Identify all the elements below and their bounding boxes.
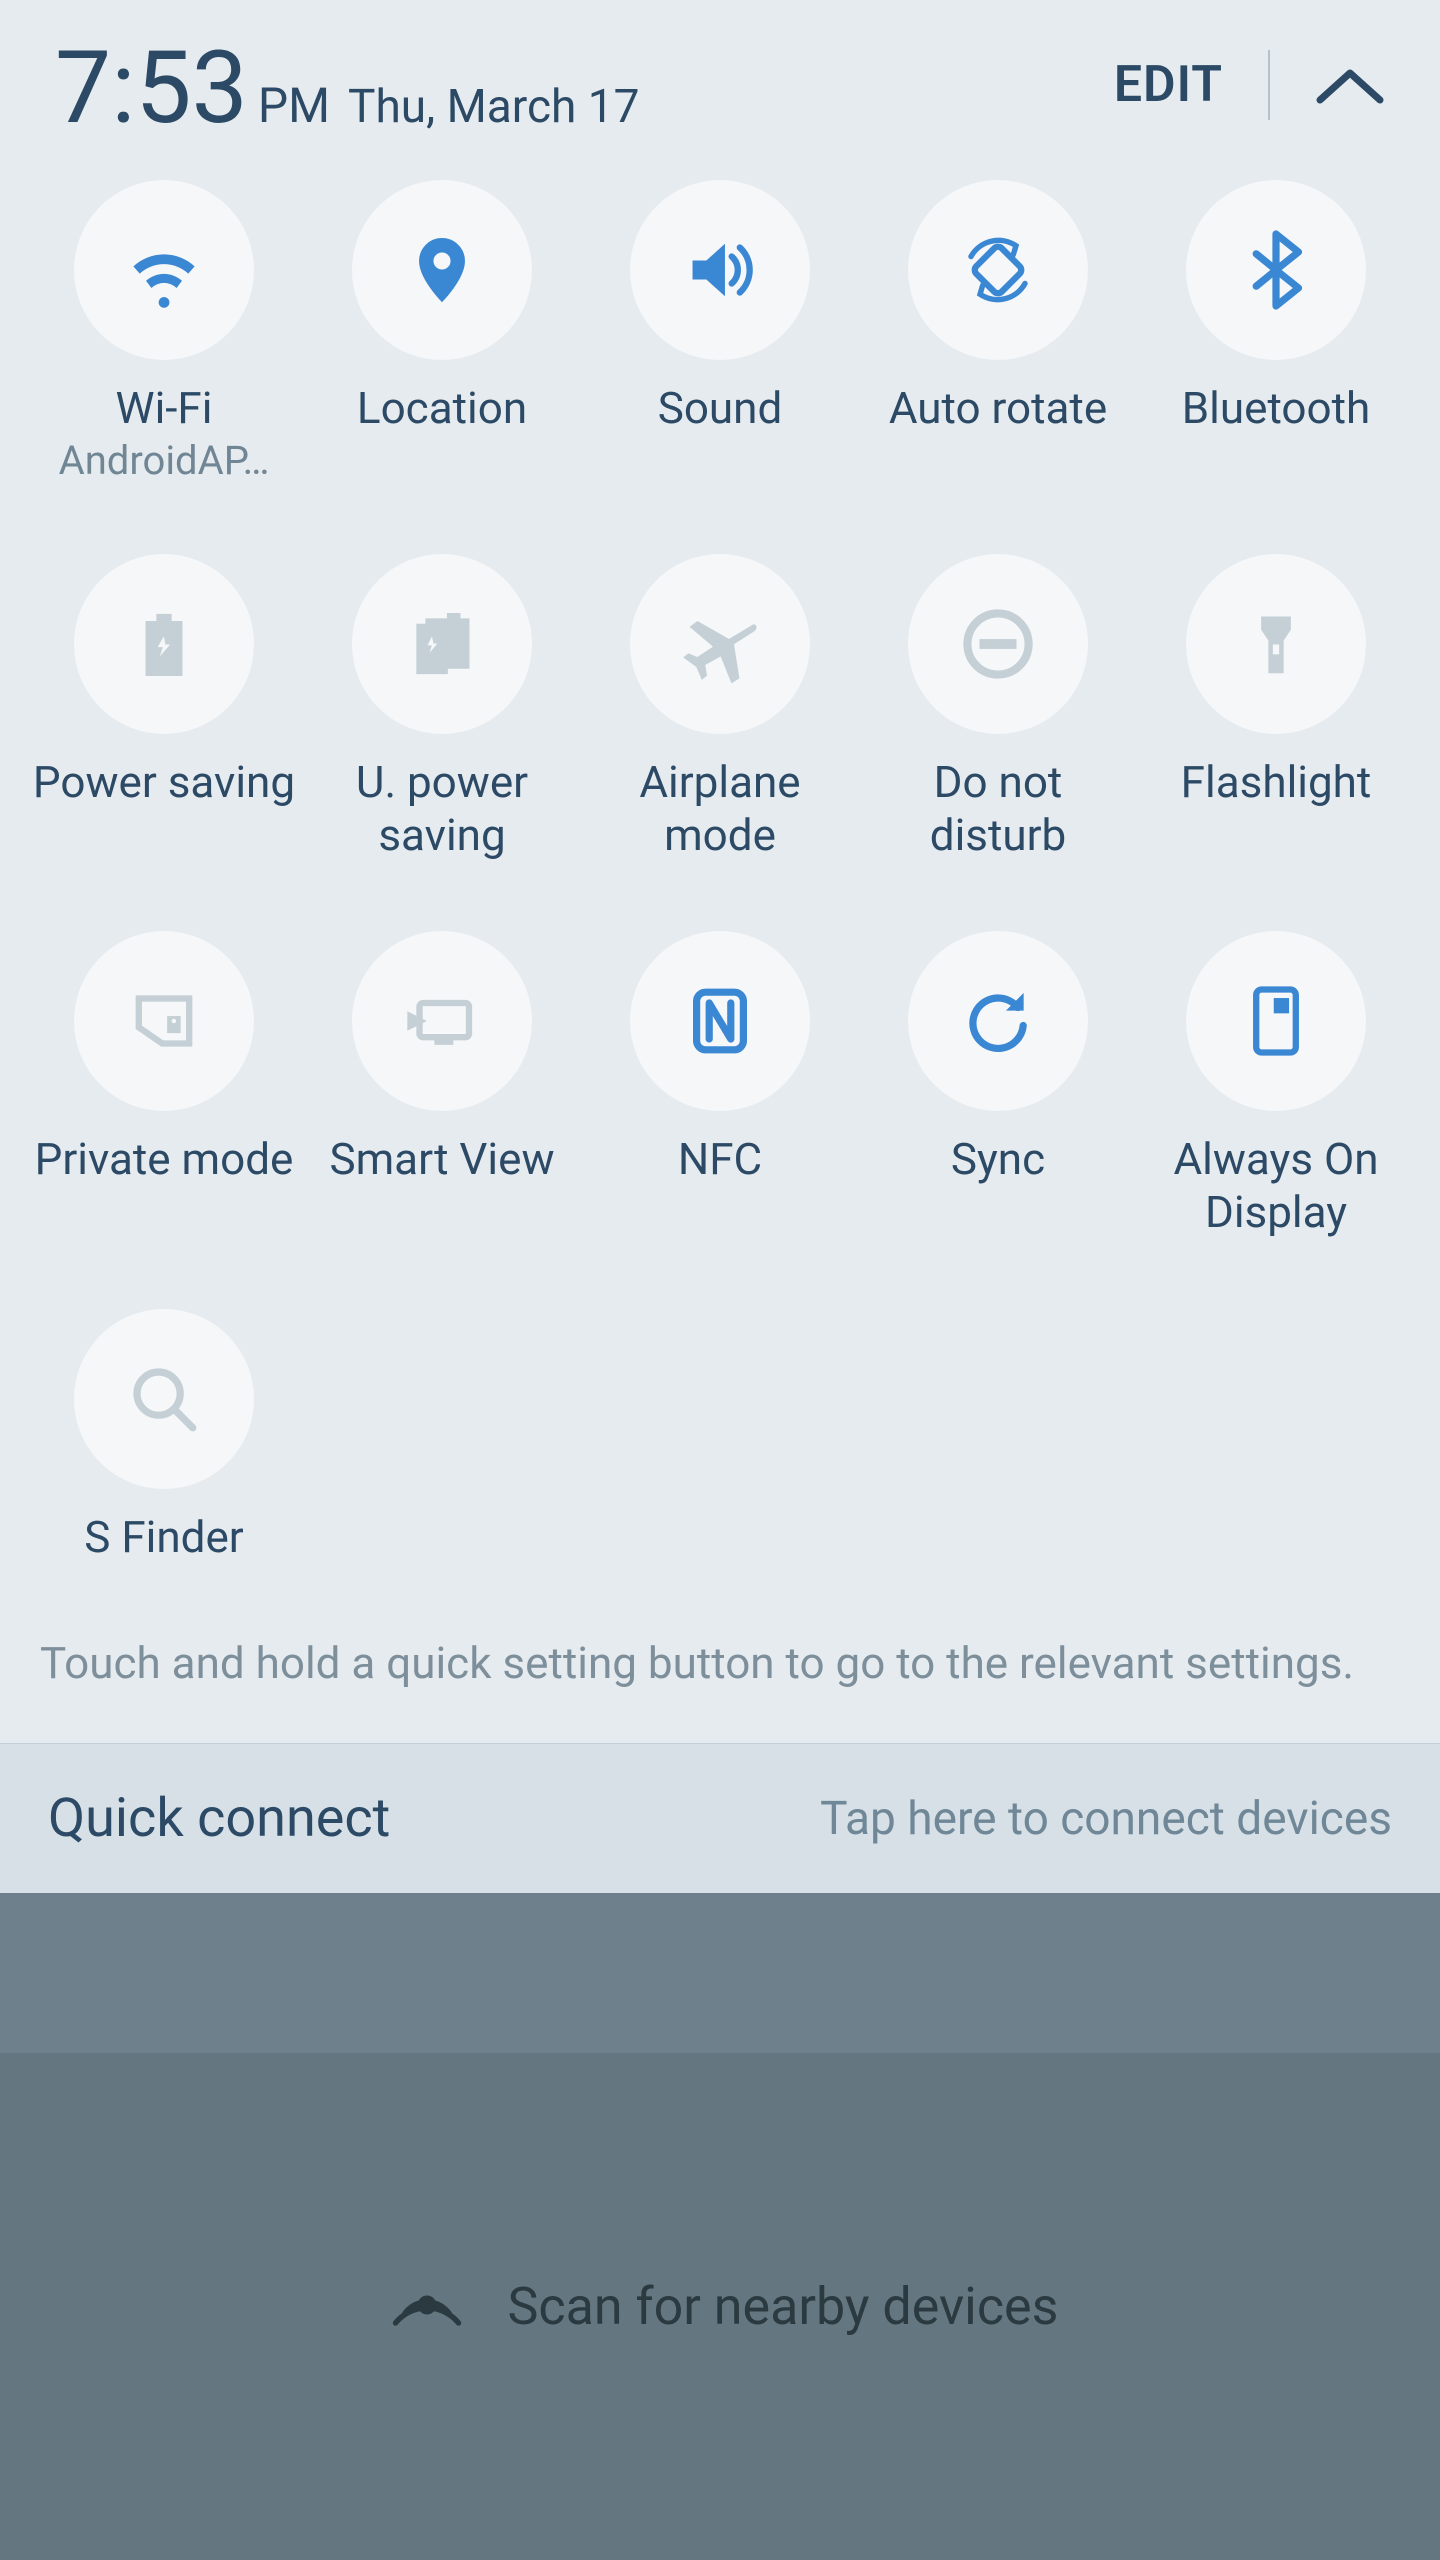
- tile-label: Sync: [947, 1133, 1049, 1186]
- quick-settings-grid: Wi-Fi AndroidAP… Location Sound Auto rot…: [0, 160, 1440, 1564]
- tile-u-power-saving[interactable]: U. power saving: [303, 554, 581, 862]
- tile-sync[interactable]: Sync: [859, 931, 1137, 1239]
- battery-ultra-icon: [352, 554, 532, 734]
- nfc-icon: [630, 931, 810, 1111]
- location-pin-icon: [352, 180, 532, 360]
- tile-sound[interactable]: Sound: [581, 180, 859, 484]
- edit-button[interactable]: EDIT: [1114, 56, 1223, 114]
- header-divider: [1268, 50, 1270, 120]
- tile-nfc[interactable]: NFC: [581, 931, 859, 1239]
- tile-label: S Finder: [80, 1511, 247, 1564]
- tile-do-not-disturb[interactable]: Do not disturb: [859, 554, 1137, 862]
- scan-nearby-row[interactable]: Scan for nearby devices: [0, 2053, 1440, 2560]
- tile-auto-rotate[interactable]: Auto rotate: [859, 180, 1137, 484]
- search-icon: [74, 1309, 254, 1489]
- tile-smart-view[interactable]: Smart View: [303, 931, 581, 1239]
- collapse-icon[interactable]: [1315, 65, 1385, 105]
- quick-connect-hint: Tap here to connect devices: [820, 1792, 1392, 1846]
- private-mode-icon: [74, 931, 254, 1111]
- tile-label: U. power saving: [303, 756, 581, 862]
- tile-label: Do not disturb: [859, 756, 1137, 862]
- clock-time: 7:53: [55, 30, 248, 147]
- quick-settings-panel: 7:53 PM Thu, March 17 EDIT Wi-Fi Android…: [0, 0, 1440, 2560]
- hint-text: Touch and hold a quick setting button to…: [0, 1564, 1440, 1743]
- radar-icon: [382, 2260, 472, 2354]
- bluetooth-icon: [1186, 180, 1366, 360]
- tile-wifi[interactable]: Wi-Fi AndroidAP…: [25, 180, 303, 484]
- tile-label: Location: [353, 382, 531, 435]
- tile-location[interactable]: Location: [303, 180, 581, 484]
- shade-spacer: [0, 1893, 1440, 2053]
- tile-always-on-display[interactable]: Always On Display: [1137, 931, 1415, 1239]
- speaker-icon: [630, 180, 810, 360]
- sync-icon: [908, 931, 1088, 1111]
- tile-label: Flashlight: [1177, 756, 1376, 809]
- smart-view-icon: [352, 931, 532, 1111]
- tile-label: Power saving: [29, 756, 299, 809]
- tile-airplane-mode[interactable]: Airplane mode: [581, 554, 859, 862]
- scan-label: Scan for nearby devices: [508, 2276, 1059, 2337]
- tile-label: Smart View: [325, 1133, 558, 1186]
- tile-sublabel: AndroidAP…: [59, 437, 270, 484]
- battery-recycle-icon: [74, 554, 254, 734]
- notification-area: Scan for nearby devices: [0, 1893, 1440, 2560]
- tile-label: Wi-Fi: [112, 382, 217, 435]
- always-on-display-icon: [1186, 931, 1366, 1111]
- tile-bluetooth[interactable]: Bluetooth: [1137, 180, 1415, 484]
- tile-private-mode[interactable]: Private mode: [25, 931, 303, 1239]
- flashlight-icon: [1186, 554, 1366, 734]
- header: 7:53 PM Thu, March 17 EDIT: [0, 0, 1440, 160]
- tile-flashlight[interactable]: Flashlight: [1137, 554, 1415, 862]
- tile-label: Sound: [654, 382, 787, 435]
- tile-s-finder[interactable]: S Finder: [25, 1309, 303, 1564]
- quick-connect-row[interactable]: Quick connect Tap here to connect device…: [0, 1743, 1440, 1893]
- tile-label: Auto rotate: [885, 382, 1111, 435]
- auto-rotate-icon: [908, 180, 1088, 360]
- tile-label: Always On Display: [1137, 1133, 1415, 1239]
- tile-power-saving[interactable]: Power saving: [25, 554, 303, 862]
- do-not-disturb-icon: [908, 554, 1088, 734]
- tile-label: Airplane mode: [581, 756, 859, 862]
- airplane-icon: [630, 554, 810, 734]
- tile-label: Bluetooth: [1178, 382, 1374, 435]
- tile-label: NFC: [674, 1133, 766, 1186]
- clock-ampm: PM: [258, 77, 330, 134]
- clock-date: Thu, March 17: [348, 80, 639, 134]
- wifi-icon: [74, 180, 254, 360]
- tile-label: Private mode: [31, 1133, 298, 1186]
- quick-connect-title: Quick connect: [48, 1787, 390, 1850]
